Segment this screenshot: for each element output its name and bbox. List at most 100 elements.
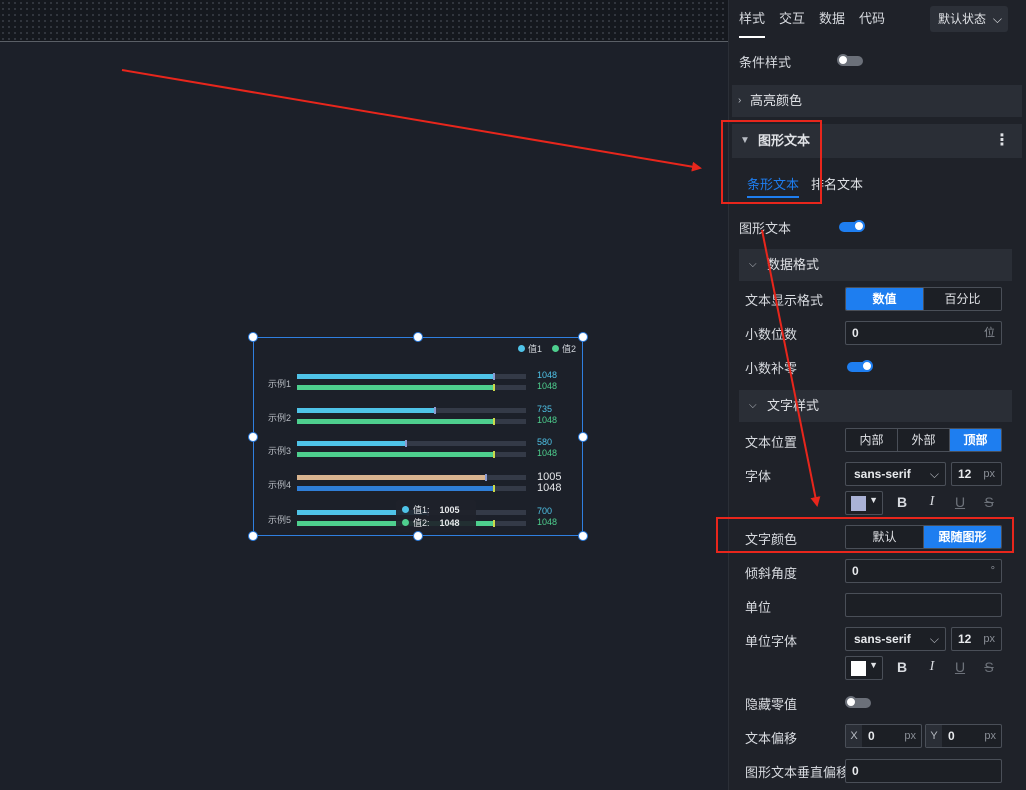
- font-family-value: sans-serif: [854, 467, 911, 481]
- legend-item-1[interactable]: 值1: [518, 342, 542, 355]
- font-size-value: 12: [958, 467, 972, 481]
- more-vertical-icon[interactable]: ⋮: [994, 124, 1010, 158]
- chevron-down-icon: ⌵: [992, 12, 1002, 26]
- tilt-angle-label: 倾斜角度: [745, 566, 798, 581]
- unit-font-size-input[interactable]: 12 px: [951, 627, 1002, 651]
- bar-value-label: 580: [537, 437, 553, 447]
- text-style-section[interactable]: ⌵ 文字样式: [739, 390, 1012, 422]
- hide-zero-label: 隐藏零值: [745, 697, 798, 712]
- tab-interaction[interactable]: 交互: [779, 0, 805, 38]
- bar[interactable]: [297, 486, 494, 491]
- unit-font-family-select[interactable]: sans-serif ⌵: [845, 627, 946, 651]
- strikethrough-icon[interactable]: S: [979, 494, 999, 510]
- bar[interactable]: [297, 452, 494, 457]
- tab-style[interactable]: 样式: [739, 0, 766, 38]
- vertical-offset-value: 0: [852, 764, 859, 778]
- unit-font-label: 单位字体: [745, 634, 798, 649]
- bar[interactable]: [297, 374, 494, 379]
- bar[interactable]: [297, 419, 494, 424]
- underline-icon[interactable]: U: [950, 494, 970, 510]
- zero-pad-label: 小数补零: [745, 361, 798, 376]
- tooltip-value-2: 1048: [439, 517, 460, 528]
- font-size-unit: px: [983, 468, 995, 480]
- display-format-label: 文本显示格式: [745, 293, 824, 308]
- annotation-box-graphic-text: [721, 120, 822, 204]
- offset-x-input[interactable]: X 0 px: [845, 724, 922, 748]
- unit-label: 单位: [745, 600, 772, 615]
- chevron-down-icon: ⌵: [749, 400, 757, 411]
- category-label: 示例3: [268, 446, 292, 456]
- hide-zero-toggle[interactable]: [845, 696, 871, 708]
- property-panel: 样式 交互 数据 代码 默认状态 ⌵ 条件样式 › 高亮颜色 ▼ 图形文本 ⋮ …: [728, 0, 1026, 790]
- resize-handle-tl[interactable]: [248, 332, 258, 342]
- offset-y-input[interactable]: Y 0 px: [925, 724, 1002, 748]
- data-format-title: 数据格式: [767, 257, 820, 272]
- tab-code[interactable]: 代码: [859, 0, 885, 38]
- bar-track: [297, 440, 526, 447]
- resize-handle-t[interactable]: [413, 332, 423, 342]
- offset-x-unit: px: [904, 730, 916, 742]
- legend-item-2[interactable]: 值2: [552, 342, 576, 355]
- bar-end-tick: [493, 384, 495, 391]
- resize-handle-b[interactable]: [413, 531, 423, 541]
- position-option-top[interactable]: 顶部: [950, 429, 1001, 451]
- category-label: 示例1: [268, 379, 292, 389]
- zero-pad-toggle[interactable]: [847, 360, 873, 372]
- position-option-outside[interactable]: 外部: [898, 429, 950, 451]
- text-position-label: 文本位置: [745, 435, 798, 450]
- legend-label-1: 值1: [528, 344, 543, 354]
- unit-font-size-unit: px: [983, 633, 995, 645]
- bar-end-tick: [434, 407, 436, 414]
- highlight-color-section[interactable]: › 高亮颜色: [732, 85, 1022, 117]
- editor-canvas[interactable]: 值1 值2 示例1 1048 1048 示例2 735 1048 示例3 580 1048 示例4…: [0, 0, 728, 790]
- bold-icon[interactable]: B: [892, 494, 912, 510]
- strikethrough-icon[interactable]: S: [979, 659, 999, 675]
- resize-handle-l[interactable]: [248, 432, 258, 442]
- font-family-select[interactable]: sans-serif ⌵: [845, 462, 946, 486]
- underline-icon[interactable]: U: [950, 659, 970, 675]
- format-option-number[interactable]: 数值: [846, 288, 924, 310]
- resize-handle-bl[interactable]: [248, 531, 258, 541]
- bar-track: [297, 451, 526, 458]
- bar[interactable]: [297, 385, 494, 390]
- text-color-picker[interactable]: ▼: [845, 491, 883, 515]
- bar[interactable]: [297, 475, 486, 480]
- tooltip-dot-icon: [402, 506, 409, 513]
- resize-handle-tr[interactable]: [578, 332, 588, 342]
- format-option-percent[interactable]: 百分比: [924, 288, 1001, 310]
- offset-y-unit: px: [984, 730, 996, 742]
- resize-handle-r[interactable]: [578, 432, 588, 442]
- decimals-input[interactable]: 0 位: [845, 321, 1002, 345]
- tooltip-value-1: 1005: [439, 504, 460, 515]
- vertical-offset-input[interactable]: 0: [845, 759, 1002, 783]
- tilt-angle-input[interactable]: 0 °: [845, 559, 1002, 583]
- font-size-input[interactable]: 12 px: [951, 462, 1002, 486]
- position-option-inside[interactable]: 内部: [846, 429, 898, 451]
- color-swatch: [851, 661, 866, 676]
- chevron-down-icon: ⌵: [929, 467, 939, 481]
- tab-data[interactable]: 数据: [819, 0, 845, 38]
- unit-input[interactable]: [845, 593, 1002, 617]
- decimals-unit: 位: [984, 327, 995, 339]
- state-select[interactable]: 默认状态 ⌵: [930, 6, 1008, 32]
- bar[interactable]: [297, 441, 406, 446]
- app-root: 值1 值2 示例1 1048 1048 示例2 735 1048 示例3 580 1048 示例4…: [0, 0, 1026, 790]
- unit-color-picker[interactable]: ▼: [845, 656, 883, 680]
- bar-track: [297, 474, 526, 481]
- bar-track: [297, 485, 526, 492]
- bold-icon[interactable]: B: [892, 659, 912, 675]
- bar[interactable]: [297, 408, 435, 413]
- bar-end-tick: [493, 373, 495, 380]
- graphic-text-toggle[interactable]: [839, 220, 865, 232]
- italic-icon[interactable]: I: [922, 659, 942, 675]
- category-label: 示例4: [268, 480, 292, 490]
- graphic-text-toggle-label: 图形文本: [739, 221, 792, 236]
- category-label: 示例5: [268, 515, 292, 525]
- resize-handle-br[interactable]: [578, 531, 588, 541]
- state-select-value: 默认状态: [938, 12, 987, 26]
- data-format-section[interactable]: ⌵ 数据格式: [739, 249, 1012, 281]
- chart-component[interactable]: 值1 值2 示例1 1048 1048 示例2 735 1048 示例3 580 1048 示例4…: [253, 337, 583, 536]
- condition-style-toggle[interactable]: [837, 54, 863, 66]
- vertical-offset-label: 图形文本垂直偏移: [745, 765, 850, 780]
- italic-icon[interactable]: I: [922, 494, 942, 510]
